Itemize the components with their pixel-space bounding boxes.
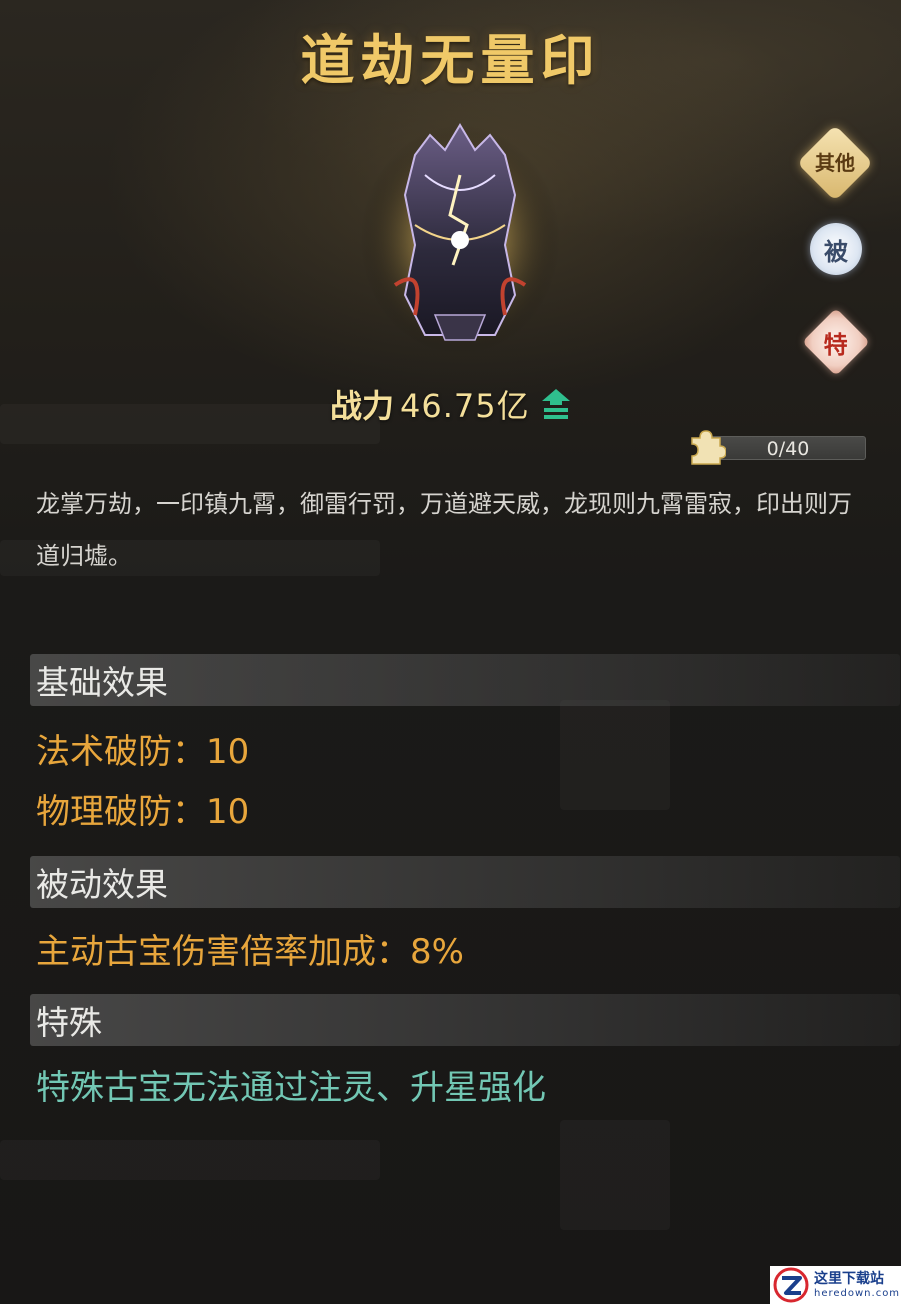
background-ghost [0, 1140, 380, 1180]
special-button-label: 特 [824, 329, 848, 359]
other-button[interactable]: 其他 [796, 124, 874, 202]
watermark-site-url: heredown.com [814, 1287, 901, 1299]
stat-damage-multiplier: 主动古宝伤害倍率加成：8% [36, 932, 464, 972]
artifact-image [360, 123, 560, 355]
special-description: 特殊古宝无法通过注灵、升星强化 [36, 1068, 546, 1108]
combat-power: 战力 46.75亿 [330, 378, 572, 430]
background-ghost [560, 700, 670, 810]
power-label: 战力 [330, 387, 395, 425]
passive-button[interactable]: 被 [810, 223, 862, 275]
fragment-progress-bar: 0/40 [710, 436, 866, 460]
watermark-site-name: 这里下载站 [814, 1270, 884, 1287]
artifact-description: 龙掌万劫，一印镇九霄，御雷行罚，万道避天威，龙现则九霄雷寂，印出则万道归墟。 [36, 490, 852, 570]
background-ghost [560, 1120, 670, 1230]
other-button-label: 其他 [815, 151, 855, 175]
artifact-detail-panel: 道劫无量印 其他 被 特 战力 46.75亿 0/40 龙掌万劫，一印镇九霄，御… [0, 0, 901, 1304]
special-header: 特殊 [30, 994, 900, 1046]
artifact-title: 道劫无量印 [300, 28, 601, 92]
passive-effects-header: 被动效果 [30, 856, 900, 908]
stat-magic-penetration: 法术破防：10 [36, 732, 250, 772]
special-title: 特殊 [36, 1003, 102, 1042]
power-value: 46.75亿 [400, 387, 530, 425]
stat-physical-penetration: 物理破防：10 [36, 792, 250, 832]
upgrade-arrow-icon[interactable] [540, 387, 572, 421]
special-button[interactable]: 特 [802, 308, 870, 376]
basic-effects-header: 基础效果 [30, 654, 900, 706]
background-ghost [0, 404, 380, 444]
fragment-progress[interactable]: 0/40 [686, 428, 868, 466]
puzzle-piece-icon [691, 430, 726, 465]
site-watermark: 这里下载站 heredown.com [770, 1266, 901, 1304]
site-logo-icon [773, 1267, 809, 1303]
passive-effects-title: 被动效果 [36, 865, 168, 904]
basic-effects-title: 基础效果 [36, 663, 168, 702]
fragment-progress-text: 0/40 [766, 438, 810, 460]
passive-button-label: 被 [824, 236, 848, 266]
